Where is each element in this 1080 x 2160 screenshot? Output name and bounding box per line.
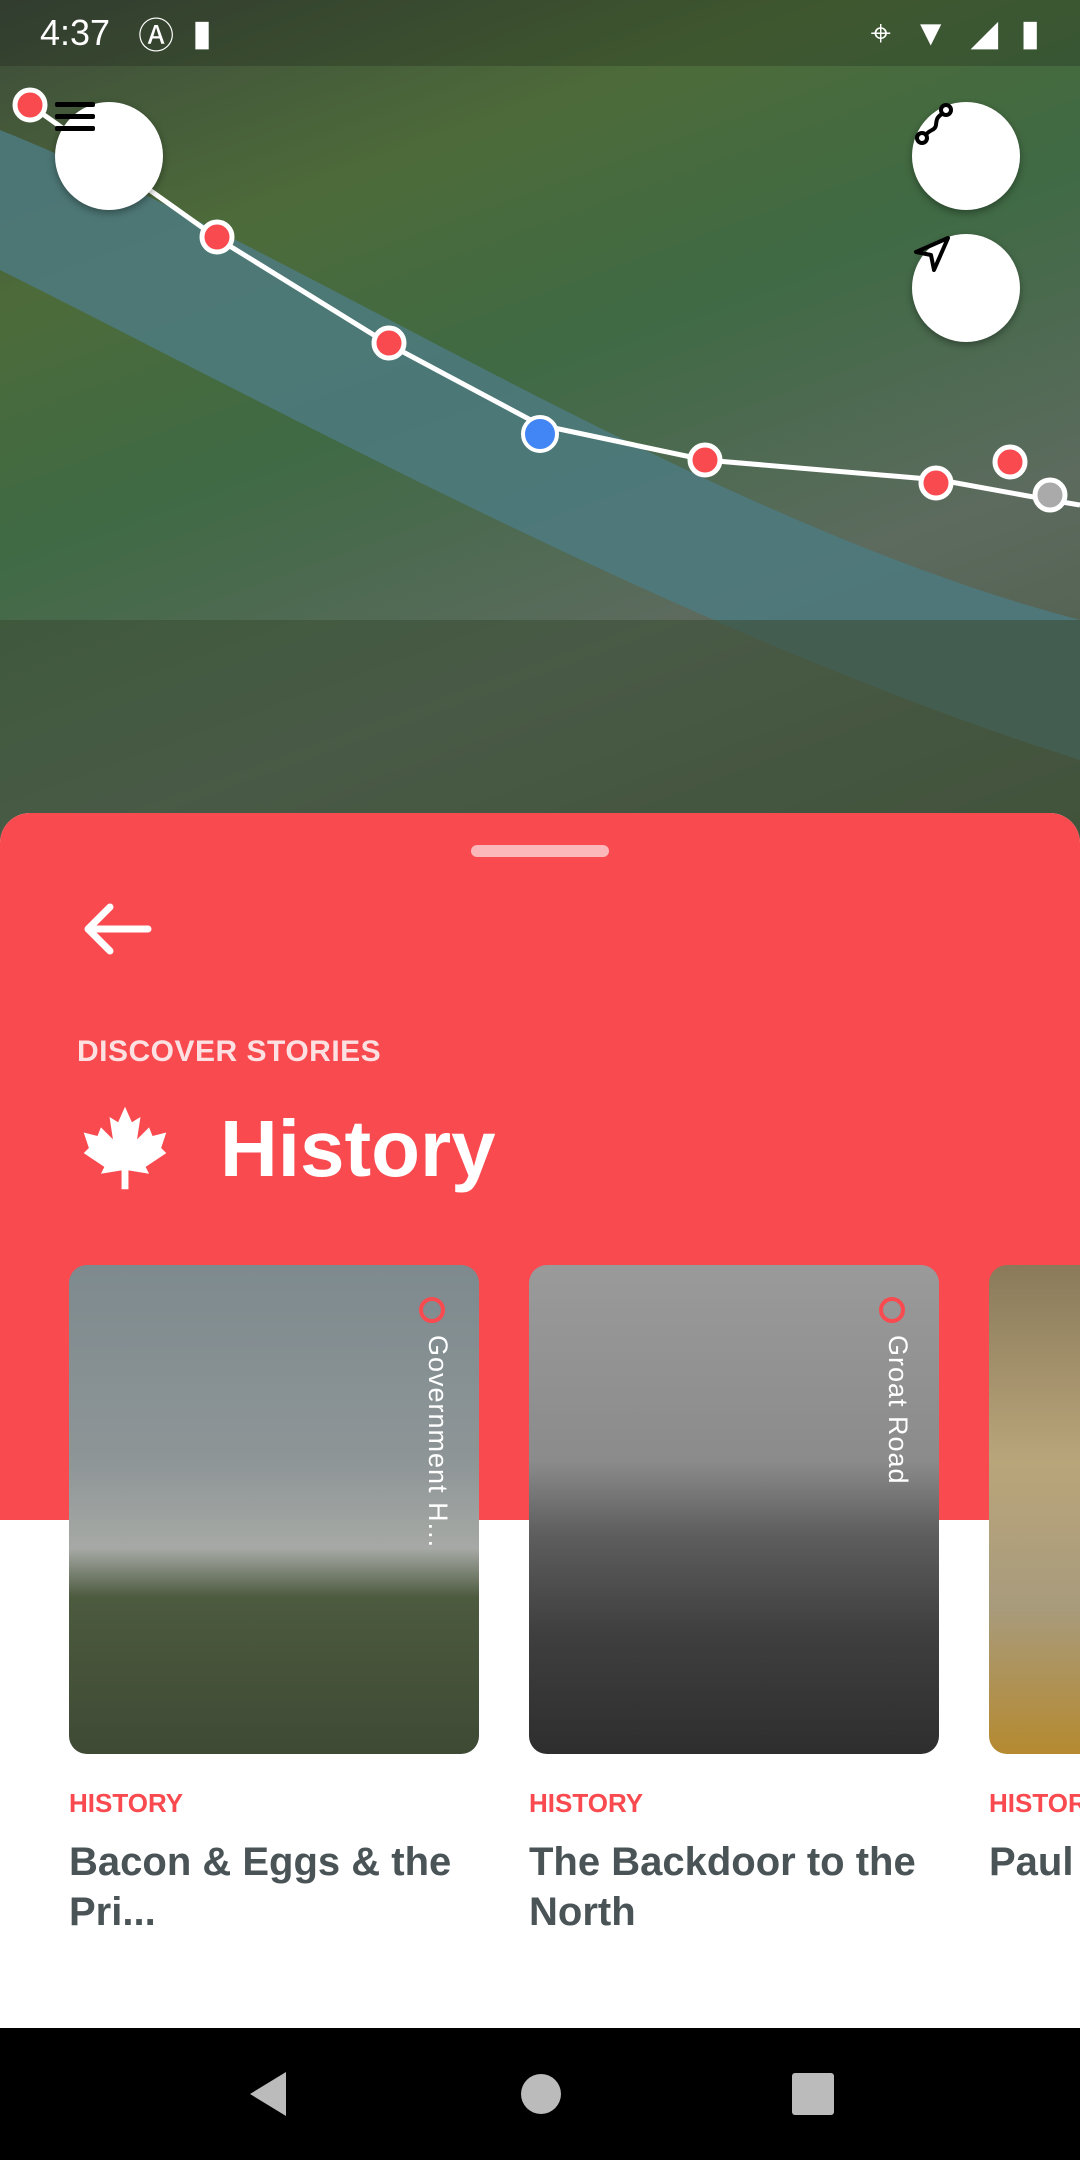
battery-icon: ▮ (1020, 12, 1040, 53)
story-card[interactable]: Groat Road HISTORY The Backdoor to the N… (529, 1265, 939, 1937)
story-title: Bacon & Eggs & the Pri... (69, 1840, 452, 1934)
poi-marker-visited[interactable] (1032, 477, 1068, 513)
story-title: Paul (989, 1840, 1074, 1884)
status-time: 4:37 (40, 12, 111, 53)
navigation-arrow-icon (914, 236, 950, 272)
wifi-icon: ▼ (912, 12, 949, 53)
location-icon: ⌖ (870, 11, 891, 53)
stories-bottom-sheet: DISCOVER STORIES History Government H...… (0, 813, 1080, 2028)
user-location-marker (521, 415, 559, 453)
poi-marker[interactable] (918, 465, 954, 501)
poi-marker[interactable] (371, 325, 407, 361)
sd-card-icon: ▮ (192, 12, 212, 53)
poi-marker[interactable] (687, 442, 723, 478)
story-category: HISTORY (989, 1788, 1080, 1818)
story-category: HISTORY (529, 1788, 644, 1818)
status-bar: 4:37 Ⓐ ▮ ⌖ ▼ ◢ ▮ (0, 0, 1080, 66)
location-pin-icon (419, 1297, 445, 1323)
home-nav-icon[interactable] (520, 2073, 562, 2115)
section-kicker: DISCOVER STORIES (77, 1035, 382, 1068)
poi-marker[interactable] (992, 444, 1028, 480)
back-arrow-icon (84, 903, 152, 955)
story-location: Groat Road (883, 1335, 913, 1485)
back-button[interactable] (80, 901, 152, 962)
story-image: Groat Road (529, 1265, 939, 1754)
route-icon (915, 103, 953, 145)
story-category: HISTORY (69, 1788, 184, 1818)
poi-marker[interactable] (199, 219, 235, 255)
back-nav-icon[interactable] (246, 2070, 290, 2118)
app-notification-icon: Ⓐ (138, 15, 175, 56)
story-location: Government H... (423, 1335, 453, 1549)
story-card[interactable]: Government H... HISTORY Bacon & Eggs & t… (69, 1265, 479, 1937)
story-card[interactable]: HISTORY Paul (989, 1265, 1080, 1887)
category-title: History (220, 1104, 496, 1193)
story-image: Government H... (69, 1265, 479, 1754)
recents-nav-icon[interactable] (792, 2073, 834, 2115)
my-location-button[interactable] (912, 234, 1020, 342)
system-navigation-bar (0, 2028, 1080, 2160)
story-title: The Backdoor to the North (529, 1840, 916, 1934)
signal-icon: ◢ (970, 12, 999, 53)
location-pin-icon (879, 1297, 905, 1323)
poi-marker[interactable] (12, 87, 48, 123)
story-image (989, 1265, 1080, 1754)
drag-handle[interactable] (471, 845, 609, 857)
map-view[interactable]: 4:37 Ⓐ ▮ ⌖ ▼ ◢ ▮ (0, 0, 1080, 840)
route-button[interactable] (912, 102, 1020, 210)
hamburger-icon (55, 102, 95, 131)
menu-button[interactable] (55, 102, 163, 210)
maple-leaf-icon (83, 1106, 167, 1190)
